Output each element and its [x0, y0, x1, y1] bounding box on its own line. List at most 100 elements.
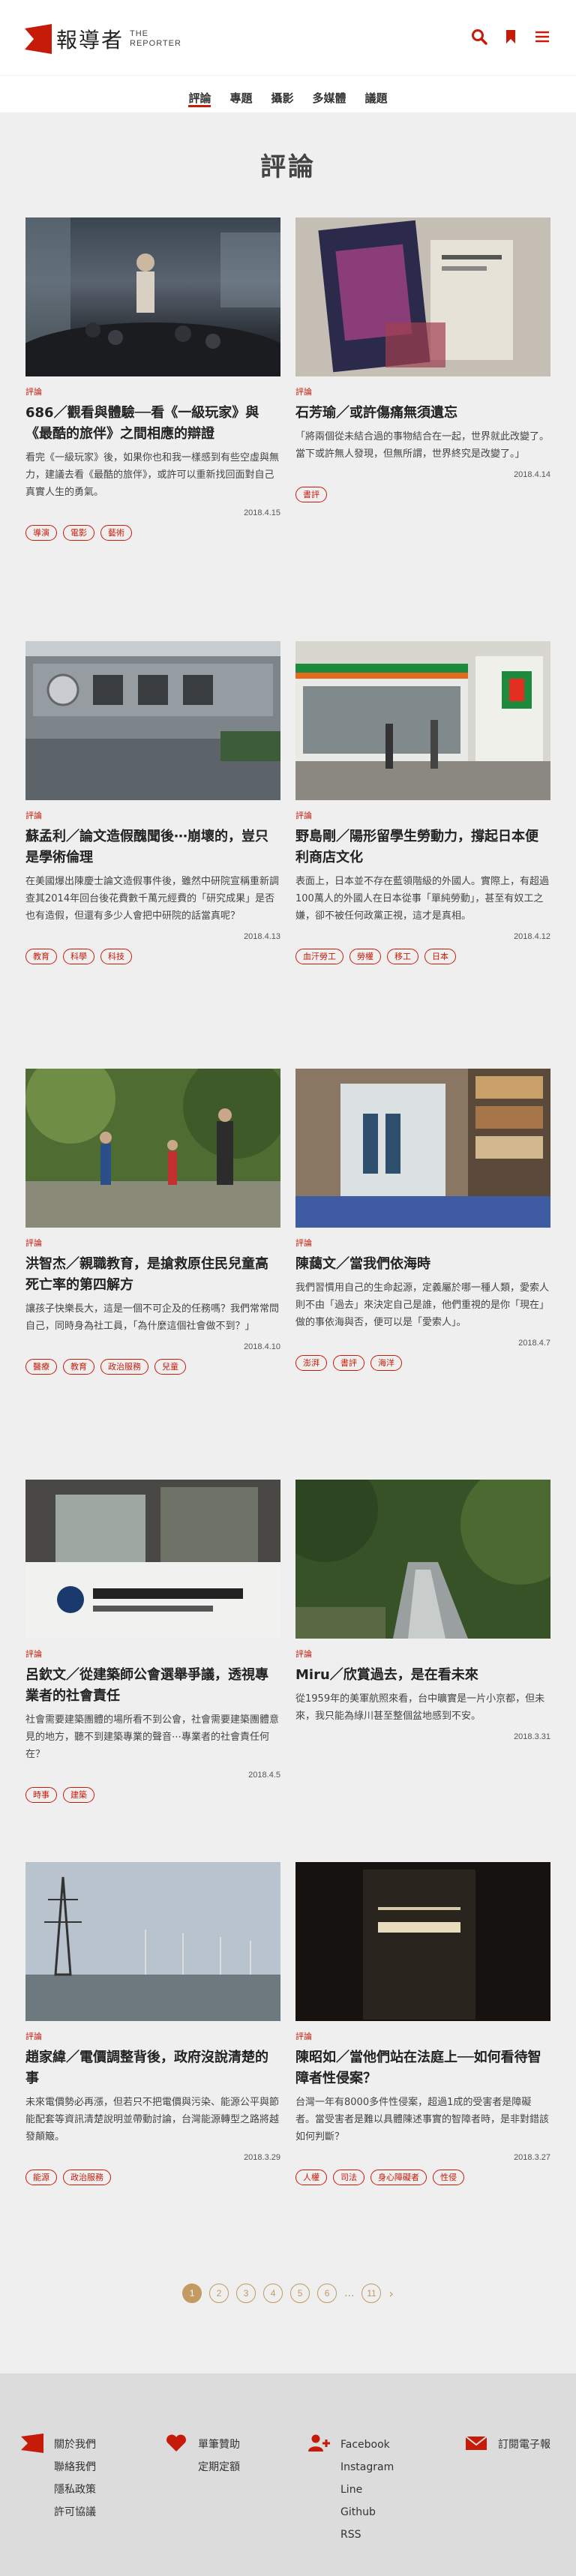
tag-chip[interactable]: 勞權: [350, 949, 381, 964]
article-image[interactable]: [26, 1480, 280, 1639]
footer-link-github[interactable]: Github: [340, 2501, 394, 2524]
article-card[interactable]: 評論 石芳瑜／或許傷痛無須遺忘 「將兩個從未結合過的事物結合在一起，世界就此改變…: [296, 217, 550, 502]
site-logo[interactable]: 報導者 THE REPORTER: [25, 22, 182, 55]
article-title[interactable]: Miru／欣賞過去，是在看未來: [296, 1665, 550, 1686]
site-header: 報導者 THE REPORTER: [0, 0, 576, 75]
footer-link-contact[interactable]: 聯絡我們: [54, 2456, 96, 2479]
article-date: 2018.3.27: [514, 2153, 550, 2162]
article-excerpt: 「將兩個從未結合過的事物結合在一起，世界就此改變了。當下或許無人發現，但無所謂，…: [296, 431, 550, 460]
article-title[interactable]: 陳昭如／當他們站在法庭上──如何看待智障者性侵案？: [296, 2047, 550, 2089]
footer-link-newsletter[interactable]: 訂閱電子報: [498, 2434, 550, 2456]
page-button[interactable]: 1: [182, 2284, 202, 2303]
page-button[interactable]: 2: [209, 2284, 230, 2303]
article-tag: 評論: [296, 1238, 312, 1248]
logo-text-zh: 報導者: [56, 28, 124, 52]
tag-chip[interactable]: 科學: [63, 949, 94, 964]
tag-chip[interactable]: 兒童: [154, 1359, 186, 1375]
footer-link-single-donation[interactable]: 單筆贊助: [198, 2434, 240, 2456]
article-date: 2018.4.12: [514, 932, 550, 941]
nav-item-review[interactable]: 評論: [188, 90, 212, 107]
article-card[interactable]: 評論 蘇孟利／論文造假醜聞後⋯崩壞的，豈只是學術倫理 在美國爆出陳慶士論文造假事…: [26, 641, 280, 964]
article-date: 2018.4.13: [244, 932, 280, 941]
article-title[interactable]: 陳藹文／當我們依海時: [296, 1254, 550, 1275]
article-image[interactable]: [296, 1480, 550, 1639]
article-title[interactable]: 686／觀看與體驗──看《一級玩家》與《最酷的旅伴》之間相應的辯證: [26, 403, 280, 445]
footer-link-about[interactable]: 關於我們: [54, 2434, 96, 2456]
tag-chip[interactable]: 司法: [333, 2170, 364, 2185]
article-excerpt: 在美國爆出陳慶士論文造假事件後，雖然中研院宣稱重新調查其2014年回台後花費數千…: [26, 876, 280, 922]
footer-link-rss[interactable]: RSS: [340, 2524, 394, 2546]
nav-item-issue[interactable]: 議題: [365, 90, 388, 107]
article-card[interactable]: 評論 趙家緯／電價調整背後，政府沒說清楚的事 未來電價勢必再漲，但若只不把電價與…: [26, 1862, 280, 2185]
tag-chip[interactable]: 科技: [100, 949, 132, 964]
page-button[interactable]: 3: [236, 2284, 256, 2303]
add-user-icon: [308, 2434, 330, 2452]
article-card[interactable]: 評論 野島剛／陽形留學生勞動力，撐起日本便利商店文化 表面上，日本並不存在藍領階…: [296, 641, 550, 964]
article-image[interactable]: [296, 1862, 550, 2021]
tag-chip[interactable]: 移工: [387, 949, 418, 964]
article-image[interactable]: [26, 1069, 280, 1228]
search-icon[interactable]: [471, 28, 488, 45]
tag-chip[interactable]: 導演: [26, 525, 57, 541]
tag-chip[interactable]: 醫療: [26, 1359, 57, 1375]
article-card[interactable]: 評論 陳藹文／當我們依海時 我們習慣用自己的生命起源，定義屬於哪一種人類，愛索人…: [296, 1069, 550, 1371]
article-title[interactable]: 石芳瑜／或許傷痛無須遺忘: [296, 403, 550, 424]
article-card[interactable]: 評論 686／觀看與體驗──看《一級玩家》與《最酷的旅伴》之間相應的辯證 看完《…: [26, 217, 280, 541]
tag-chip[interactable]: 教育: [63, 1359, 94, 1375]
page-button[interactable]: 4: [263, 2284, 284, 2303]
article-card[interactable]: 評論 Miru／欣賞過去，是在看未來 從1959年的美軍航照來看，台中曠實是一片…: [296, 1480, 550, 1741]
article-image[interactable]: [296, 641, 550, 800]
tag-chip[interactable]: 澎湃: [296, 1355, 327, 1371]
tag-chip[interactable]: 書評: [333, 1355, 364, 1371]
footer-link-license[interactable]: 許可協議: [54, 2501, 96, 2524]
nav-item-topic[interactable]: 專題: [230, 90, 252, 107]
bookmark-icon[interactable]: [502, 28, 519, 45]
tag-chip[interactable]: 電影: [63, 525, 94, 541]
next-page-button[interactable]: ›: [388, 2287, 393, 2301]
menu-icon[interactable]: [534, 28, 550, 45]
footer-link-instagram[interactable]: Instagram: [340, 2456, 394, 2479]
tag-chip[interactable]: 血汗勞工: [296, 949, 344, 964]
tag-chip[interactable]: 人權: [296, 2170, 327, 2185]
footer-link-privacy[interactable]: 隱私政策: [54, 2479, 96, 2501]
tag-chip[interactable]: 政治服務: [63, 2170, 111, 2185]
page-button-last[interactable]: 11: [362, 2284, 382, 2303]
article-image[interactable]: [296, 1069, 550, 1228]
footer-link-recurring-donation[interactable]: 定期定額: [198, 2456, 240, 2479]
nav-item-photo[interactable]: 攝影: [271, 90, 293, 107]
tag-chip[interactable]: 教育: [26, 949, 57, 964]
article-card[interactable]: 評論 洪智杰／親職教育，是搶救原住民兒童高死亡率的第四解方 讓孩子快樂長大，這是…: [26, 1069, 280, 1375]
footer-link-facebook[interactable]: Facebook: [340, 2434, 394, 2456]
article-card[interactable]: 評論 陳昭如／當他們站在法庭上──如何看待智障者性侵案？ 台灣一年有8000多件…: [296, 1862, 550, 2185]
article-image[interactable]: [26, 1862, 280, 2021]
tag-chip[interactable]: 藝術: [100, 525, 132, 541]
article-tag: 評論: [26, 1238, 42, 1248]
article-image[interactable]: [26, 641, 280, 800]
page-button[interactable]: 5: [290, 2284, 310, 2303]
footer-link-line[interactable]: Line: [340, 2479, 394, 2501]
article-image[interactable]: [296, 217, 550, 376]
heart-icon: [166, 2434, 186, 2452]
article-image[interactable]: [26, 217, 280, 376]
article-tag: 評論: [296, 2032, 312, 2041]
article-title[interactable]: 野島剛／陽形留學生勞動力，撐起日本便利商店文化: [296, 826, 550, 868]
article-card[interactable]: 評論 呂欽文／從建築師公會選舉爭議，透視專業者的社會責任 社會需要建築團體的場所…: [26, 1480, 280, 1803]
tag-chip[interactable]: 時事: [26, 1787, 57, 1803]
tag-chip[interactable]: 政治服務: [100, 1359, 148, 1375]
tag-chip[interactable]: 建築: [63, 1787, 94, 1803]
tag-chip[interactable]: 書評: [296, 487, 327, 502]
article-title[interactable]: 洪智杰／親職教育，是搶救原住民兒童高死亡率的第四解方: [26, 1254, 280, 1296]
page-button[interactable]: 6: [317, 2284, 338, 2303]
tag-chip[interactable]: 性侵: [433, 2170, 464, 2185]
article-date: 2018.4.15: [244, 508, 280, 517]
tag-chip[interactable]: 能源: [26, 2170, 57, 2185]
tag-chip[interactable]: 海洋: [370, 1355, 402, 1371]
article-title[interactable]: 趙家緯／電價調整背後，政府沒說清楚的事: [26, 2047, 280, 2089]
article-title[interactable]: 呂欽文／從建築師公會選舉爭議，透視專業者的社會責任: [26, 1665, 280, 1707]
article-title[interactable]: 蘇孟利／論文造假醜聞後⋯崩壞的，豈只是學術倫理: [26, 826, 280, 868]
tag-chip[interactable]: 日本: [424, 949, 456, 964]
tag-chip[interactable]: 身心障礙者: [370, 2170, 427, 2185]
article-excerpt: 我們習慣用自己的生命起源，定義屬於哪一種人類，愛索人則不由「過去」來決定自己是誰…: [296, 1282, 550, 1328]
nav-item-multimedia[interactable]: 多媒體: [313, 90, 346, 107]
page-title: 評論: [260, 152, 316, 182]
